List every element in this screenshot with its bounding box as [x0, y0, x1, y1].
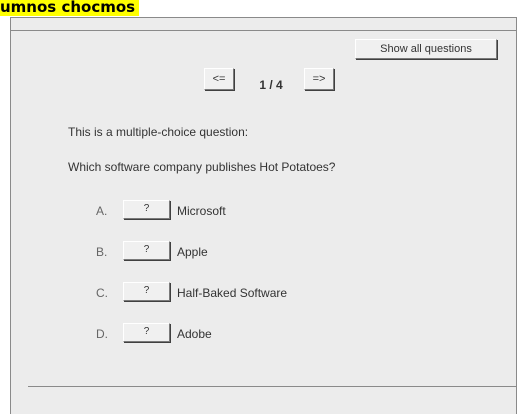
- answer-option-b: B. ? Apple: [96, 241, 456, 263]
- bottom-divider: [28, 386, 516, 387]
- answer-letter: B.: [96, 245, 108, 259]
- header-highlight-title: umnos chocmos: [0, 0, 140, 16]
- answer-option-c: C. ? Half-Baked Software: [96, 282, 456, 304]
- answer-d-button[interactable]: ?: [123, 323, 170, 342]
- next-question-button[interactable]: =>: [304, 68, 334, 90]
- answer-c-button[interactable]: ?: [123, 282, 170, 301]
- answer-option-d: D. ? Adobe: [96, 323, 456, 345]
- show-all-questions-button[interactable]: Show all questions: [355, 39, 497, 59]
- answer-letter: D.: [96, 327, 108, 341]
- answer-letter: C.: [96, 286, 108, 300]
- answer-text: Adobe: [177, 327, 212, 341]
- answer-a-button[interactable]: ?: [123, 200, 170, 219]
- quiz-panel: Show all questions <= 1 / 4 => This is a…: [10, 17, 517, 414]
- previous-question-button[interactable]: <=: [204, 68, 234, 90]
- question-type-label: This is a multiple-choice question:: [68, 125, 249, 139]
- answer-letter: A.: [96, 204, 108, 218]
- top-strip: [11, 18, 516, 31]
- answer-b-button[interactable]: ?: [123, 241, 170, 260]
- answer-text: Apple: [177, 245, 208, 259]
- question-text: Which software company publishes Hot Pot…: [68, 160, 336, 174]
- answer-text: Half-Baked Software: [177, 286, 288, 300]
- answer-option-a: A. ? Microsoft: [96, 200, 456, 222]
- answer-text: Microsoft: [177, 204, 226, 218]
- question-counter: 1 / 4: [259, 78, 283, 92]
